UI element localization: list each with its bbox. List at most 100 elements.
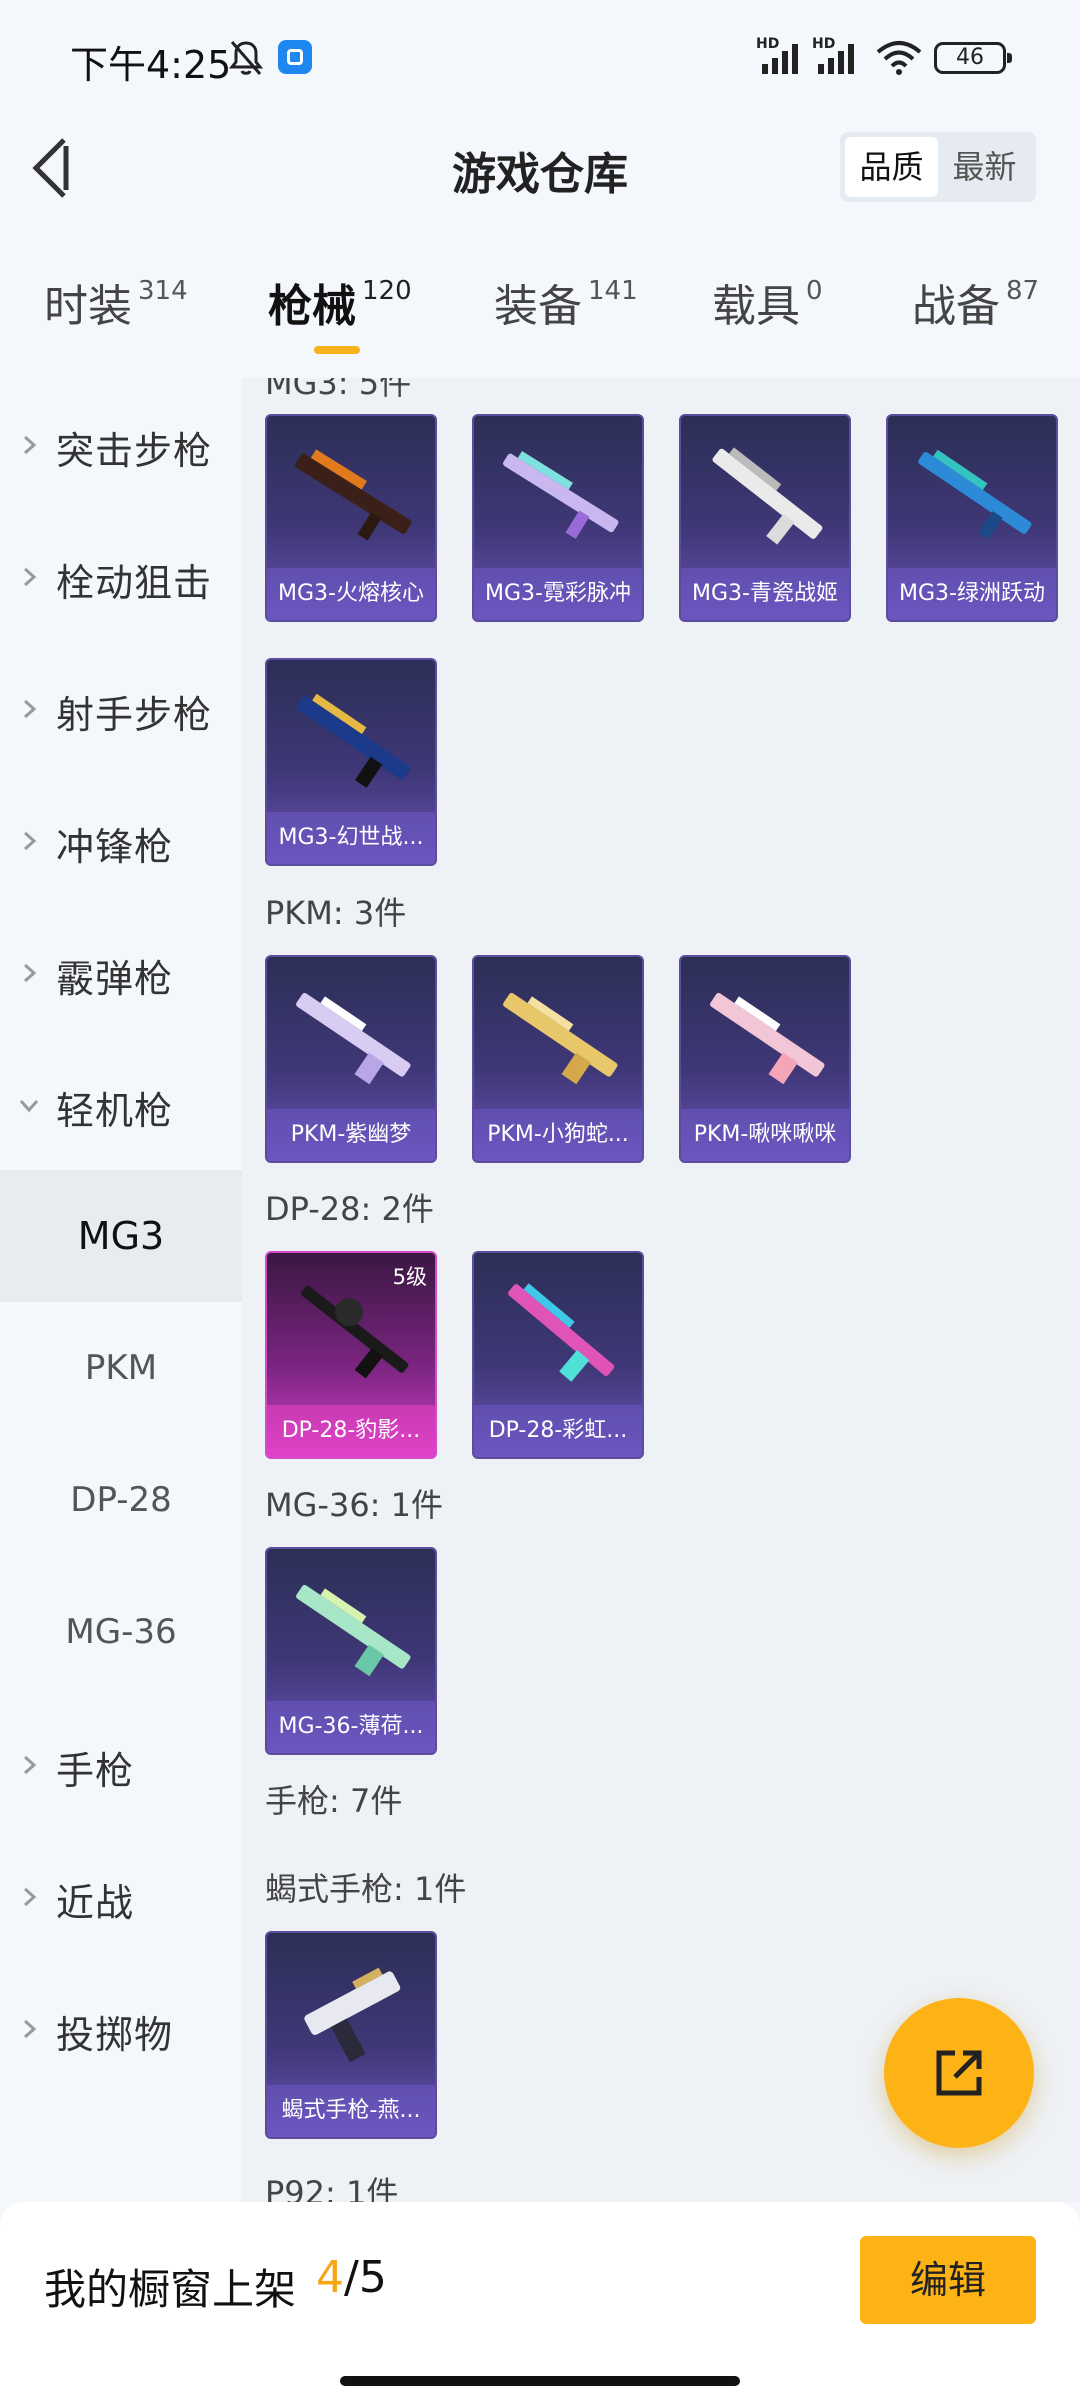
sidebar-sub-pkm[interactable]: PKM (0, 1302, 242, 1434)
tab-label: 载具 (712, 281, 800, 332)
sidebar-item-lmg[interactable]: 轻机枪 (0, 1038, 242, 1170)
sidebar-item-shotgun[interactable]: 霰弹枪 (0, 906, 242, 1038)
sidebar-item-label: 突击步枪 (56, 429, 213, 473)
tab-count: 141 (588, 276, 638, 306)
group-title-dp28: DP-28: 2件 (265, 1190, 434, 1228)
item-name: MG3-火熔核心 (267, 568, 435, 620)
item-name: DP-28-彩虹... (474, 1405, 642, 1457)
sidebar-sub-dp28[interactable]: DP-28 (0, 1434, 242, 1566)
item-card[interactable]: MG3-青瓷战姬 (679, 414, 851, 622)
item-name: MG3-幻世战... (267, 812, 435, 864)
chevron-right-icon (24, 1887, 37, 1907)
item-card[interactable]: PKM-啾咪啾咪 (679, 955, 851, 1163)
item-card[interactable]: PKM-小狗蛇... (472, 955, 644, 1163)
sidebar-item-label: 射手步枪 (56, 693, 213, 737)
item-card[interactable]: MG3-绿洲跃动 (886, 414, 1058, 622)
sort-by-newest-button[interactable]: 最新 (938, 137, 1031, 197)
weapon-category-sidebar: 突击步枪 栓动狙击 射手步枪 冲锋枪 霰弹枪 轻机枪 MG3 PKM DP-28… (0, 378, 242, 2202)
item-grid: MG3: 5件 MG3-火熔核心 MG3-霓彩脉冲 MG3-青瓷战姬 MG3-绿… (242, 378, 1080, 2202)
tab-count: 120 (362, 276, 412, 306)
sidebar-item-melee[interactable]: 近战 (0, 1830, 242, 1962)
group-title-mg36: MG-36: 1件 (265, 1486, 443, 1524)
tab-label: 装备 (494, 281, 582, 332)
tab-label: 战备 (912, 281, 1000, 332)
chevron-right-icon (24, 567, 37, 587)
tab-label: 时装 (44, 281, 132, 332)
tab-vehicles[interactable]: 载具 0 (712, 270, 823, 360)
machine-gun-image (296, 992, 411, 1085)
home-indicator[interactable] (340, 2376, 740, 2386)
showcase-count: 4/5 (316, 2252, 387, 2303)
item-card[interactable]: MG3-幻世战... (265, 658, 437, 866)
item-card[interactable]: PKM-紫幽梦 (265, 955, 437, 1163)
tab-count: 0 (806, 276, 823, 306)
machine-gun-image (503, 992, 618, 1085)
item-name: PKM-紫幽梦 (267, 1109, 435, 1161)
item-name: DP-28-豹影... (267, 1405, 435, 1457)
sidebar-item-marksman-rifle[interactable]: 射手步枪 (0, 642, 242, 774)
active-tab-indicator (314, 346, 360, 354)
group-title-p92: P92: 1件 (265, 2174, 399, 2202)
sidebar-item-pistol[interactable]: 手枪 (0, 1698, 242, 1830)
tab-label: 枪械 (268, 281, 356, 332)
edit-button[interactable]: 编辑 (860, 2236, 1036, 2324)
item-name: MG-36-薄荷... (267, 1701, 435, 1753)
item-card[interactable]: 蝎式手枪-燕... (265, 1931, 437, 2139)
tab-count: 314 (138, 276, 188, 306)
sidebar-item-smg[interactable]: 冲锋枪 (0, 774, 242, 906)
sort-by-quality-button[interactable]: 品质 (845, 137, 938, 197)
sidebar-item-label: 冲锋枪 (56, 825, 174, 869)
battery-indicator: 46 (934, 42, 1012, 74)
tab-outfits[interactable]: 时装 314 (44, 270, 188, 360)
sidebar-item-label: 投掷物 (56, 2013, 174, 2057)
status-bar: 下午4:25 HD HD 46 (0, 0, 1080, 118)
wifi-icon (876, 41, 922, 75)
sidebar-item-label: 近战 (56, 1881, 135, 1925)
sidebar-sub-mg3[interactable]: MG3 (0, 1170, 242, 1302)
bell-muted-icon (228, 41, 264, 75)
tab-count: 87 (1006, 276, 1040, 306)
chevron-right-icon (24, 1755, 37, 1775)
group-title-scorpion: 蝎式手枪: 1件 (265, 1870, 467, 1908)
machine-gun-image (712, 447, 823, 545)
machine-gun-image (294, 449, 412, 541)
machine-gun-image (508, 1283, 615, 1382)
status-time: 下午4:25 (70, 43, 232, 87)
machine-gun-image (296, 1584, 411, 1677)
group-title-pkm: PKM: 3件 (265, 894, 407, 932)
item-name: MG3-青瓷战姬 (681, 568, 849, 620)
item-card[interactable]: MG-36-薄荷... (265, 1547, 437, 1755)
sidebar-item-label: 霰弹枪 (56, 957, 174, 1001)
tab-combat-gear[interactable]: 战备 87 (912, 270, 1039, 360)
item-card[interactable]: MG3-霓彩脉冲 (472, 414, 644, 622)
showcase-label: 我的橱窗上架 (44, 2265, 297, 2314)
item-card[interactable]: DP-28-彩虹... (472, 1251, 644, 1459)
tab-equipment[interactable]: 装备 141 (494, 270, 638, 360)
sidebar-item-bolt-sniper[interactable]: 栓动狙击 (0, 510, 242, 642)
item-card[interactable]: MG3-火熔核心 (265, 414, 437, 622)
signal-icon-2 (818, 44, 854, 74)
machine-gun-image (300, 1285, 409, 1379)
sidebar-item-label: 手枪 (56, 1749, 135, 1793)
showcase-total: /5 (344, 2252, 387, 2303)
chevron-down-icon (19, 1100, 39, 1113)
chevron-right-icon (24, 831, 37, 851)
chevron-right-icon (24, 2019, 37, 2039)
sidebar-sub-mg36[interactable]: MG-36 (0, 1566, 242, 1698)
sidebar-item-throwable[interactable]: 投掷物 (0, 1962, 242, 2094)
sidebar-item-assault-rifle[interactable]: 突击步枪 (0, 378, 242, 510)
app-notification-icon (278, 40, 312, 74)
chevron-right-icon (24, 699, 37, 719)
share-button[interactable] (884, 1998, 1034, 2148)
showcase-current: 4 (316, 2252, 344, 2303)
item-name: PKM-小狗蛇... (474, 1109, 642, 1161)
signal-icon (762, 44, 798, 74)
item-name: MG3-绿洲跃动 (888, 568, 1056, 620)
machine-gun-image (296, 693, 411, 788)
machine-gun-image (710, 992, 825, 1085)
chevron-right-icon (24, 435, 37, 455)
sidebar-item-label: 轻机枪 (56, 1089, 174, 1133)
pistol-image (304, 1967, 401, 2063)
item-card[interactable]: 5级 DP-28-豹影... (265, 1251, 437, 1459)
sidebar-item-label: 栓动狙击 (56, 561, 213, 605)
